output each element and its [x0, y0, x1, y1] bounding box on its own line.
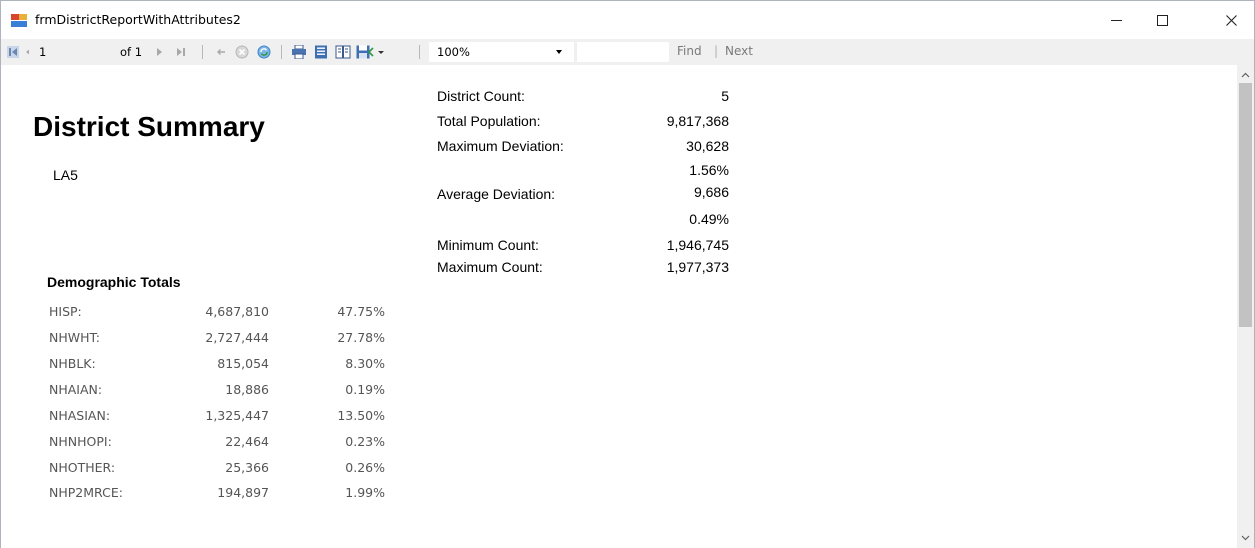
scrollbar-thumb[interactable] [1239, 83, 1252, 327]
demographics-heading: Demographic Totals [47, 274, 181, 290]
find-next-link[interactable]: Next [725, 44, 753, 58]
minimize-button[interactable] [1093, 1, 1139, 39]
stop-icon [235, 45, 249, 59]
demographic-label: NHP2MRCE: [49, 485, 123, 500]
back-arrow-icon [217, 49, 225, 55]
window-title: frmDistrictReportWithAttributes2 [35, 12, 241, 27]
stat-value: 0.49% [689, 211, 729, 227]
demographic-percent: 27.78% [337, 330, 385, 345]
demographic-count: 18,886 [225, 382, 269, 397]
title-bar: frmDistrictReportWithAttributes2 [1, 1, 1254, 39]
demographic-label: NHNHOPI: [49, 434, 112, 449]
stat-value: 1,946,745 [666, 237, 729, 253]
zoom-value: 100% [437, 45, 470, 59]
stat-value: 1,977,373 [666, 259, 729, 275]
maximize-icon [1156, 14, 1168, 26]
stop-button[interactable] [233, 43, 251, 61]
page-layout-icon [315, 45, 327, 59]
demographic-label: NHAIAN: [49, 382, 103, 397]
close-button[interactable] [1208, 1, 1254, 39]
demographic-label: NHWHT: [49, 330, 100, 345]
report-page: District Summary LA5 District Count: 5 T… [1, 65, 1237, 548]
first-page-button[interactable] [5, 43, 21, 61]
last-page-icon [177, 48, 185, 56]
toolbar-separator [281, 45, 282, 59]
demographic-count: 815,054 [217, 356, 269, 371]
back-button[interactable] [213, 43, 229, 61]
find-separator: | [714, 44, 719, 58]
close-icon [1225, 14, 1237, 26]
first-page-icon [7, 46, 19, 58]
find-text-input[interactable] [577, 42, 669, 62]
last-page-button[interactable] [173, 43, 189, 61]
next-page-button[interactable] [153, 43, 167, 61]
stat-value: 5 [721, 88, 729, 104]
toolbar-separator [202, 45, 203, 59]
print-button[interactable] [289, 43, 309, 61]
demographic-label: NHBLK: [49, 356, 96, 371]
plan-name: LA5 [53, 167, 78, 183]
current-page-input[interactable]: 1 [29, 43, 105, 61]
stat-label: Minimum Count: [437, 237, 539, 253]
scroll-up-icon[interactable] [1241, 71, 1250, 80]
report-viewer-window: frmDistrictReportWithAttributes2 1 of 1 … [0, 0, 1255, 548]
stat-value: 1.56% [689, 162, 729, 178]
stat-label: Maximum Count: [437, 259, 543, 275]
demographic-percent: 0.19% [345, 382, 385, 397]
maximize-button[interactable] [1139, 1, 1185, 39]
demographic-percent: 0.26% [345, 460, 385, 475]
stat-value: 9,817,368 [666, 113, 729, 129]
stat-label: Maximum Deviation: [437, 138, 564, 154]
demographic-count: 1,325,447 [205, 408, 269, 423]
toolbar-separator [419, 45, 420, 59]
demographic-count: 22,464 [225, 434, 269, 449]
book-icon [335, 45, 351, 59]
stat-value: 30,628 [686, 138, 729, 154]
demographic-percent: 8.30% [345, 356, 385, 371]
demographic-percent: 13.50% [337, 408, 385, 423]
page-setup-button[interactable] [333, 43, 353, 61]
refresh-icon [257, 45, 271, 59]
zoom-dropdown[interactable]: 100% [429, 42, 574, 62]
find-link[interactable]: Find [677, 44, 702, 58]
page-count-label: of 1 [119, 45, 143, 59]
scroll-down-icon[interactable] [1241, 533, 1250, 542]
next-page-icon [157, 48, 162, 56]
refresh-button[interactable] [255, 43, 273, 61]
printer-icon [292, 45, 306, 59]
demographic-label: NHASIAN: [49, 408, 111, 423]
demographic-count: 25,366 [225, 460, 269, 475]
demographic-percent: 47.75% [337, 304, 385, 319]
demographic-count: 4,687,810 [205, 304, 269, 319]
stat-value: 9,686 [693, 184, 729, 200]
export-button[interactable] [355, 43, 385, 61]
save-disk-icon [356, 45, 384, 59]
demographic-percent: 1.99% [345, 485, 385, 500]
report-toolbar: 1 of 1 100% Find | Next [1, 39, 1254, 65]
demographic-count: 2,727,444 [205, 330, 269, 345]
stat-label: District Count: [437, 88, 525, 104]
demographic-percent: 0.23% [345, 434, 385, 449]
vertical-scrollbar[interactable] [1237, 65, 1254, 548]
stat-label: Total Population: [437, 113, 541, 129]
report-title: District Summary [33, 111, 265, 142]
chevron-down-icon [556, 50, 562, 54]
app-icon [11, 14, 27, 27]
print-layout-button[interactable] [311, 43, 331, 61]
demographic-label: HISP: [49, 304, 82, 319]
stat-label: Average Deviation: [437, 186, 556, 202]
demographic-count: 194,897 [217, 485, 269, 500]
minimize-icon [1110, 19, 1122, 21]
demographic-label: NHOTHER: [49, 460, 116, 475]
